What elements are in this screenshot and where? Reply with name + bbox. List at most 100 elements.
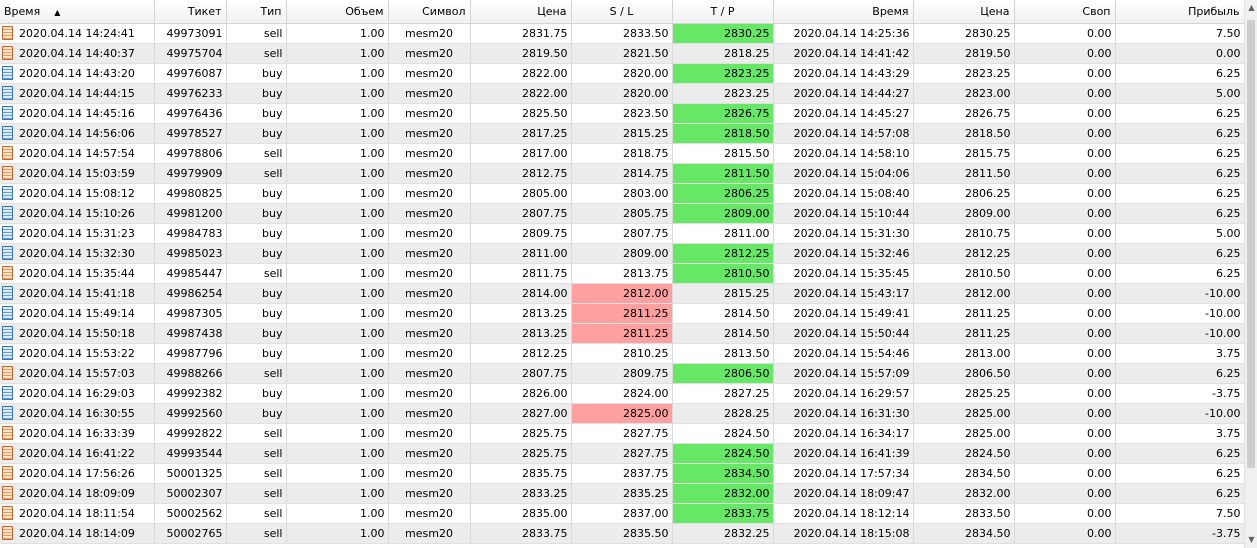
table-row[interactable]: 2020.04.14 15:08:12 49980825 buy 1.00 mesm20… xyxy=(0,183,1244,204)
tp-cell: 2818.50 xyxy=(672,123,774,144)
vertical-scrollbar[interactable]: ▲ ▼ xyxy=(1244,0,1257,548)
symbol-cell: mesm20 xyxy=(388,283,471,304)
open-time-text: 2020.04.14 18:11:54 xyxy=(19,506,135,520)
table-row[interactable]: 2020.04.14 15:41:18 49986254 buy 1.00 mesm20… xyxy=(0,283,1244,304)
type-cell: buy xyxy=(226,323,287,344)
sl-cell: 2818.75 xyxy=(571,143,673,164)
table-row[interactable]: 2020.04.14 14:44:15 49976233 buy 1.00 mesm20… xyxy=(0,83,1244,104)
tp-cell: 2812.25 xyxy=(672,243,774,264)
col-header-open-time[interactable]: Время ▲ xyxy=(0,0,155,24)
table-row[interactable]: 2020.04.14 17:56:26 50001325 sell 1.00 mesm2… xyxy=(0,463,1244,484)
close-time-cell: 2020.04.14 16:41:39 xyxy=(773,443,914,464)
close-price-cell: 2823.00 xyxy=(913,83,1015,104)
table-row[interactable]: 2020.04.14 15:31:23 49984783 buy 1.00 mesm20… xyxy=(0,223,1244,244)
tp-cell: 2806.25 xyxy=(672,183,774,204)
table-row[interactable]: 2020.04.14 16:29:03 49992382 buy 1.00 mesm20… xyxy=(0,383,1244,404)
scroll-down-arrow-icon[interactable]: ▼ xyxy=(1245,532,1257,548)
col-header-type[interactable]: Тип xyxy=(226,0,287,24)
open-time-text: 2020.04.14 15:32:30 xyxy=(19,246,135,260)
tp-cell: 2815.25 xyxy=(672,283,774,304)
open-time-text: 2020.04.14 14:45:16 xyxy=(19,106,135,120)
col-header-close-time[interactable]: Время xyxy=(773,0,914,24)
close-time-cell: 2020.04.14 14:44:27 xyxy=(773,83,914,104)
col-header-symbol[interactable]: Символ xyxy=(388,0,471,24)
tp-cell: 2827.25 xyxy=(672,383,774,404)
type-cell: sell xyxy=(226,443,287,464)
table-row[interactable]: 2020.04.14 15:35:44 49985447 sell 1.00 mesm2… xyxy=(0,263,1244,284)
swap-cell: 0.00 xyxy=(1014,203,1116,224)
symbol-cell: mesm20 xyxy=(388,223,471,244)
close-time-cell: 2020.04.14 18:12:14 xyxy=(773,503,914,524)
close-price-cell: 2806.25 xyxy=(913,183,1015,204)
table-row[interactable]: 2020.04.14 15:57:03 49988266 sell 1.00 mesm2… xyxy=(0,363,1244,384)
scroll-up-arrow-icon[interactable]: ▲ xyxy=(1245,0,1257,16)
table-row[interactable]: 2020.04.14 18:11:54 50002562 sell 1.00 mesm2… xyxy=(0,503,1244,524)
close-price-cell: 2815.75 xyxy=(913,143,1015,164)
col-header-volume[interactable]: Объем xyxy=(286,0,389,24)
sell-order-icon xyxy=(2,505,13,520)
scrollbar-thumb[interactable] xyxy=(1247,20,1255,468)
open-time-cell: 2020.04.14 15:50:18 xyxy=(0,323,155,344)
col-header-open-price[interactable]: Цена xyxy=(470,0,572,24)
open-price-cell: 2819.50 xyxy=(470,43,572,64)
table-row[interactable]: 2020.04.14 14:24:41 49973091 sell 1.00 mesm2… xyxy=(0,23,1244,44)
volume-cell: 1.00 xyxy=(286,523,389,544)
table-row[interactable]: 2020.04.14 15:50:18 49987438 buy 1.00 mesm20… xyxy=(0,323,1244,344)
buy-order-icon xyxy=(2,245,13,260)
table-row[interactable]: 2020.04.14 14:43:20 49976087 buy 1.00 mesm20… xyxy=(0,63,1244,84)
type-cell: buy xyxy=(226,103,287,124)
profit-cell: 7.50 xyxy=(1115,23,1244,44)
open-time-cell: 2020.04.14 14:57:54 xyxy=(0,143,155,164)
table-row[interactable]: 2020.04.14 18:14:09 50002765 sell 1.00 mesm2… xyxy=(0,523,1244,544)
table-row[interactable]: 2020.04.14 15:53:22 49987796 buy 1.00 mesm20… xyxy=(0,343,1244,364)
buy-order-icon xyxy=(2,85,13,100)
ticket-cell: 49993544 xyxy=(154,443,227,464)
table-row[interactable]: 2020.04.14 14:45:16 49976436 buy 1.00 mesm20… xyxy=(0,103,1244,124)
type-cell: sell xyxy=(226,23,287,44)
tp-cell: 2811.50 xyxy=(672,163,774,184)
sl-cell: 2809.00 xyxy=(571,243,673,264)
profit-cell: -3.75 xyxy=(1115,523,1244,544)
tp-cell: 2823.25 xyxy=(672,83,774,104)
type-cell: sell xyxy=(226,43,287,64)
tp-cell: 2814.50 xyxy=(672,303,774,324)
symbol-cell: mesm20 xyxy=(388,103,471,124)
sl-cell: 2810.25 xyxy=(571,343,673,364)
sell-order-icon xyxy=(2,365,13,380)
col-header-sl[interactable]: S / L xyxy=(571,0,673,24)
table-row[interactable]: 2020.04.14 15:03:59 49979909 sell 1.00 mesm2… xyxy=(0,163,1244,184)
table-row[interactable]: 2020.04.14 14:56:06 49978527 buy 1.00 mesm20… xyxy=(0,123,1244,144)
table-row[interactable]: 2020.04.14 16:41:22 49993544 sell 1.00 mesm2… xyxy=(0,443,1244,464)
volume-cell: 1.00 xyxy=(286,343,389,364)
close-time-cell: 2020.04.14 14:43:29 xyxy=(773,63,914,84)
open-price-cell: 2809.75 xyxy=(470,223,572,244)
tp-cell: 2809.00 xyxy=(672,203,774,224)
swap-cell: 0.00 xyxy=(1014,243,1116,264)
tp-cell: 2824.50 xyxy=(672,443,774,464)
open-price-cell: 2817.25 xyxy=(470,123,572,144)
table-row[interactable]: 2020.04.14 15:49:14 49987305 buy 1.00 mesm20… xyxy=(0,303,1244,324)
open-time-text: 2020.04.14 16:30:55 xyxy=(19,406,135,420)
col-header-close-price[interactable]: Цена xyxy=(913,0,1015,24)
close-time-cell: 2020.04.14 15:31:30 xyxy=(773,223,914,244)
table-row[interactable]: 2020.04.14 14:40:37 49975704 sell 1.00 mesm2… xyxy=(0,43,1244,64)
table-row[interactable]: 2020.04.14 16:30:55 49992560 buy 1.00 mesm20… xyxy=(0,403,1244,424)
ticket-cell: 49980825 xyxy=(154,183,227,204)
col-header-ticket[interactable]: Тикет xyxy=(154,0,227,24)
col-header-swap[interactable]: Своп xyxy=(1014,0,1116,24)
table-row[interactable]: 2020.04.14 18:09:09 50002307 sell 1.00 mesm2… xyxy=(0,483,1244,504)
col-header-profit[interactable]: Прибыль xyxy=(1115,0,1244,24)
profit-cell: 5.00 xyxy=(1115,223,1244,244)
table-row[interactable]: 2020.04.14 14:57:54 49978806 sell 1.00 mesm2… xyxy=(0,143,1244,164)
open-time-text: 2020.04.14 15:53:22 xyxy=(19,346,135,360)
volume-cell: 1.00 xyxy=(286,403,389,424)
table-row[interactable]: 2020.04.14 15:32:30 49985023 buy 1.00 mesm20… xyxy=(0,243,1244,264)
col-label: Время xyxy=(4,5,41,18)
ticket-cell: 49985447 xyxy=(154,263,227,284)
volume-cell: 1.00 xyxy=(286,103,389,124)
open-time-cell: 2020.04.14 15:10:26 xyxy=(0,203,155,224)
table-row[interactable]: 2020.04.14 15:10:26 49981200 buy 1.00 mesm20… xyxy=(0,203,1244,224)
table-row[interactable]: 2020.04.14 16:33:39 49992822 sell 1.00 mesm2… xyxy=(0,423,1244,444)
col-header-tp[interactable]: T / P xyxy=(672,0,774,24)
open-time-text: 2020.04.14 16:41:22 xyxy=(19,446,135,460)
